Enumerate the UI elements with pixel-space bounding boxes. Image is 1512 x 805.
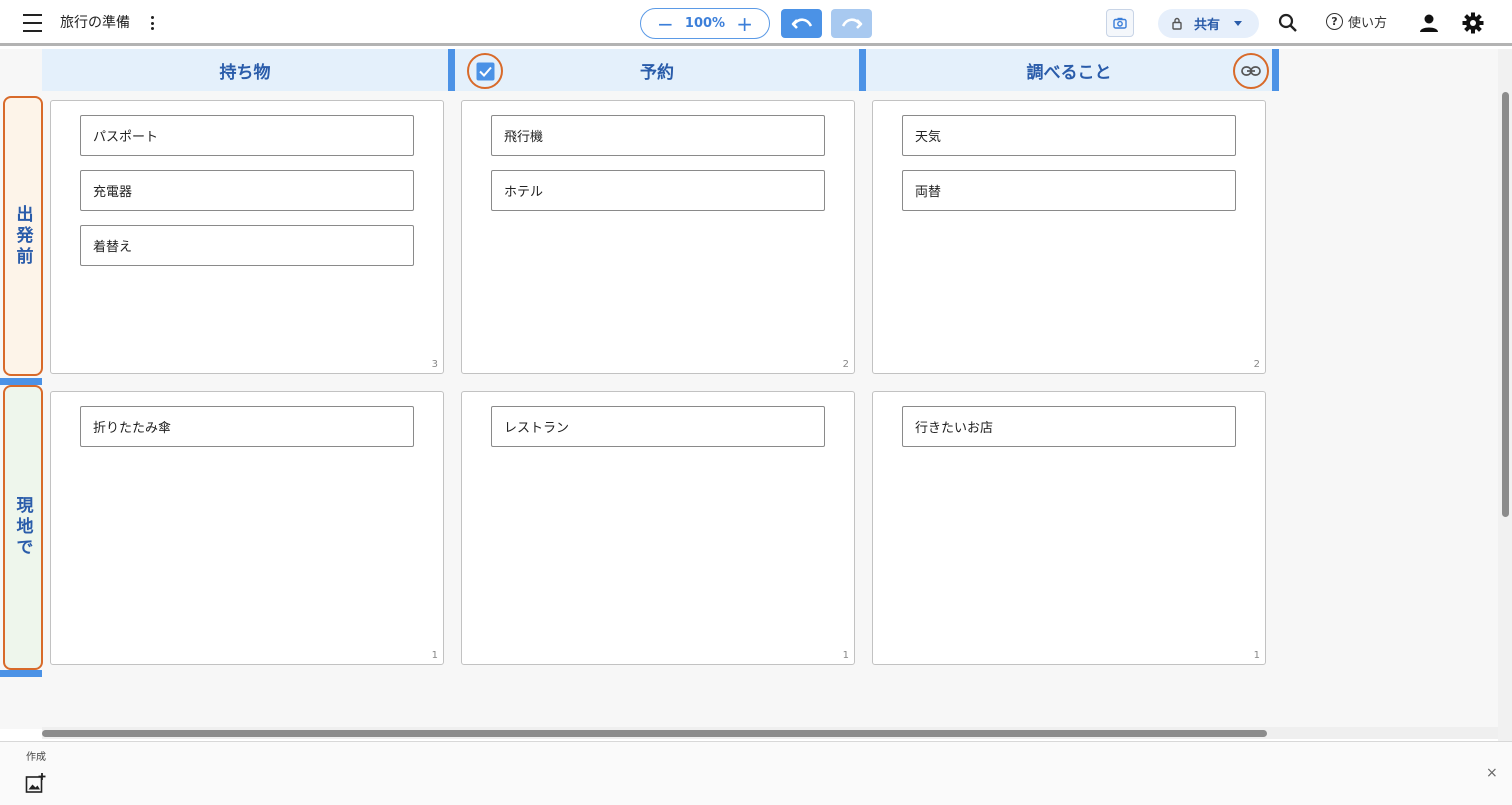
board-cell[interactable]: パスポート 充電器 着替え 3 — [50, 100, 444, 374]
lock-icon — [1172, 17, 1182, 30]
column-header-booking[interactable]: 予約 — [455, 49, 859, 91]
card[interactable]: 両替 — [902, 170, 1236, 211]
row-divider[interactable] — [0, 670, 42, 677]
more-options-icon[interactable] — [143, 12, 161, 34]
column-checkbox-toggle[interactable] — [467, 53, 503, 89]
card[interactable]: パスポート — [80, 115, 414, 156]
card-count: 1 — [842, 650, 849, 661]
toolbar: 旅行の準備 − 100% + 共有 ? 使い方 — [0, 0, 1512, 46]
camera-button[interactable] — [1106, 9, 1134, 37]
account-icon[interactable] — [1417, 11, 1441, 35]
settings-gear-icon[interactable] — [1461, 11, 1485, 35]
board-cell[interactable]: 折りたたみ傘 1 — [50, 391, 444, 665]
row-label: 出発前 — [12, 204, 33, 268]
board-title[interactable]: 旅行の準備 — [60, 12, 130, 32]
add-image-icon[interactable] — [25, 772, 47, 794]
undo-icon — [791, 17, 812, 29]
column-divider[interactable] — [1272, 49, 1279, 91]
column-divider[interactable] — [448, 49, 455, 91]
share-label: 共有 — [1194, 18, 1221, 33]
column-label: 予約 — [640, 62, 674, 83]
card-count: 1 — [1253, 650, 1260, 661]
column-header-items[interactable]: 持ち物 — [42, 49, 448, 91]
card[interactable]: 天気 — [902, 115, 1236, 156]
zoom-level[interactable]: 100% — [685, 16, 725, 31]
caret-down-icon — [1234, 21, 1243, 26]
card[interactable]: 飛行機 — [491, 115, 825, 156]
card[interactable]: 着替え — [80, 225, 414, 266]
create-label: 作成 — [26, 752, 46, 763]
row-label: 現地で — [12, 496, 33, 559]
card[interactable]: ホテル — [491, 170, 825, 211]
row-header-before-departure[interactable]: 出発前 — [3, 96, 43, 376]
card[interactable]: レストラン — [491, 406, 825, 447]
link-icon — [1241, 66, 1261, 76]
card-count: 3 — [431, 359, 438, 370]
hamburger-menu-icon[interactable] — [18, 10, 46, 36]
zoom-control: − 100% + — [640, 8, 770, 39]
board-cell[interactable]: 行きたいお店 1 — [872, 391, 1266, 665]
card-count: 2 — [1253, 359, 1260, 370]
column-label: 持ち物 — [219, 62, 271, 83]
column-header-research[interactable]: 調べること — [866, 49, 1272, 91]
zoom-in-button[interactable]: + — [736, 14, 753, 34]
row-header-at-destination[interactable]: 現地で — [3, 385, 43, 670]
undo-button[interactable] — [781, 9, 822, 38]
card-count: 1 — [431, 650, 438, 661]
card-count: 2 — [842, 359, 849, 370]
card[interactable]: 充電器 — [80, 170, 414, 211]
help-circle-icon: ? — [1326, 13, 1343, 30]
board-cell[interactable]: レストラン 1 — [461, 391, 855, 665]
camera-icon — [1113, 17, 1127, 29]
card[interactable]: 行きたいお店 — [902, 406, 1236, 447]
card[interactable]: 折りたたみ傘 — [80, 406, 414, 447]
vertical-scrollbar-thumb[interactable] — [1502, 92, 1509, 517]
create-panel: 作成 × — [0, 741, 1512, 805]
board-cell[interactable]: 天気 両替 2 — [872, 100, 1266, 374]
redo-button[interactable] — [831, 9, 872, 38]
board-cell[interactable]: 飛行機 ホテル 2 — [461, 100, 855, 374]
horizontal-scrollbar-thumb[interactable] — [42, 730, 1267, 737]
close-panel-icon[interactable]: × — [1486, 765, 1498, 781]
zoom-out-button[interactable]: − — [657, 14, 674, 34]
board-canvas[interactable]: 持ち物 予約 調べること 出発前 現地で パスポート 充電器 着替え 3 飛行機… — [0, 49, 1498, 729]
search-icon[interactable] — [1275, 10, 1301, 36]
column-label: 調べること — [1026, 62, 1112, 83]
share-button[interactable]: 共有 — [1158, 9, 1259, 38]
help-button[interactable]: ? 使い方 — [1326, 12, 1387, 31]
help-label: 使い方 — [1348, 16, 1388, 31]
column-divider[interactable] — [859, 49, 866, 91]
column-link-button[interactable] — [1233, 53, 1269, 89]
row-divider[interactable] — [0, 378, 42, 385]
checkbox-checked-icon — [476, 62, 494, 80]
redo-icon — [841, 17, 862, 29]
